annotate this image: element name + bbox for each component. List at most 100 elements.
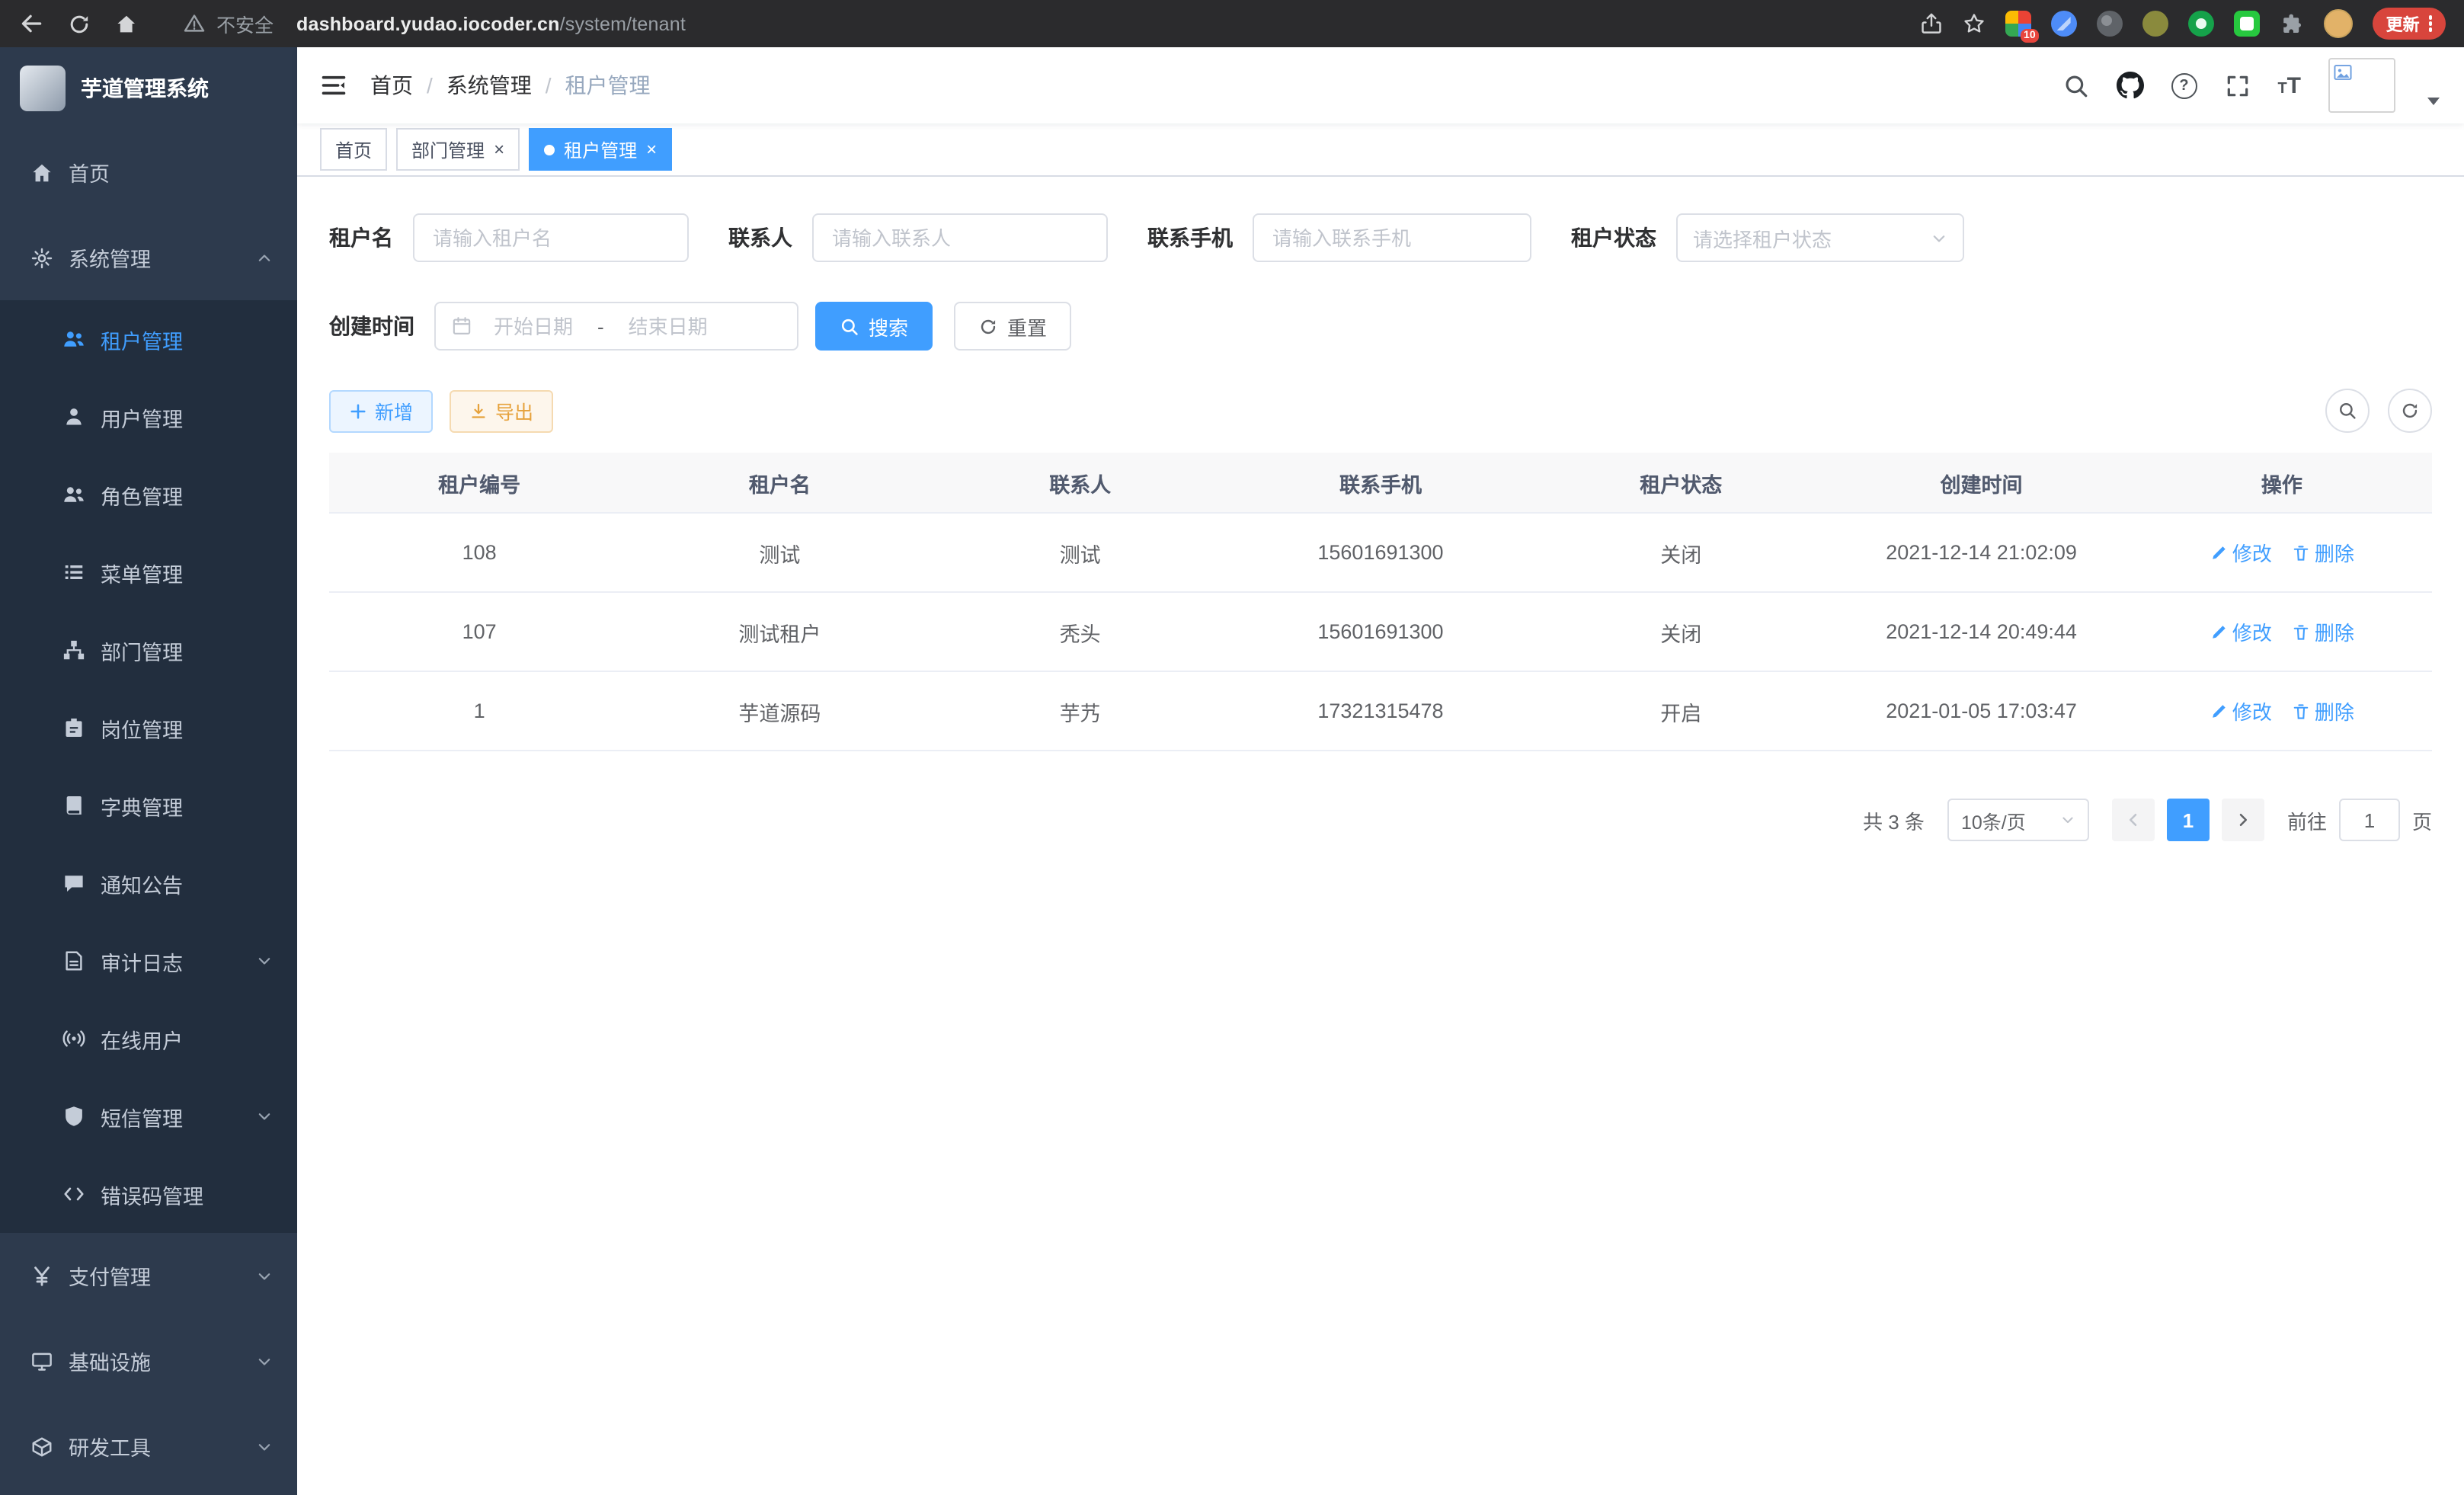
font-size-icon[interactable]: TT xyxy=(2277,74,2301,97)
app-logo[interactable]: 芋道管理系统 xyxy=(0,47,297,130)
extension-icon-dark[interactable] xyxy=(2097,11,2123,37)
sidebar-item-sms-management[interactable]: 短信管理 xyxy=(0,1077,297,1155)
caret-down-icon[interactable] xyxy=(2427,98,2440,105)
date-start-input[interactable] xyxy=(472,313,594,339)
sidebar-item-label: 角色管理 xyxy=(101,479,183,510)
home-icon xyxy=(30,161,53,184)
extension-icon-green-square[interactable] xyxy=(2234,11,2260,37)
sidebar-item-audit-log[interactable]: 审计日志 xyxy=(0,922,297,1000)
add-button-label: 新增 xyxy=(375,396,413,425)
sidebar-item-department-management[interactable]: 部门管理 xyxy=(0,611,297,689)
goto-page-input[interactable] xyxy=(2339,799,2400,841)
share-icon[interactable] xyxy=(1920,12,1943,35)
add-button[interactable]: 新增 xyxy=(329,389,433,432)
cell-operations: 修改删除 xyxy=(2132,671,2432,751)
date-range-picker[interactable]: - xyxy=(434,302,798,351)
sidebar-item-payment-management[interactable]: 支付管理 xyxy=(0,1233,297,1318)
sidebar-item-menu-management[interactable]: 菜单管理 xyxy=(0,533,297,611)
table-header-row: 租户编号 租户名 联系人 联系手机 租户状态 创建时间 操作 xyxy=(329,453,2432,513)
github-icon[interactable] xyxy=(2116,72,2143,99)
sidebar-item-infrastructure[interactable]: 基础设施 xyxy=(0,1318,297,1404)
menu-dots-icon[interactable] xyxy=(2429,16,2432,31)
sidebar-item-error-code-management[interactable]: 错误码管理 xyxy=(0,1155,297,1233)
chevron-left-icon xyxy=(2124,811,2142,829)
page-unit-label: 页 xyxy=(2412,805,2432,834)
delete-link[interactable]: 删除 xyxy=(2292,696,2354,725)
filter-row-2: 创建时间 - 搜索 重置 xyxy=(329,302,2432,351)
extension-icon-grid[interactable]: 10 xyxy=(2005,11,2031,37)
user-icon xyxy=(62,405,85,428)
total-count: 共 3 条 xyxy=(1863,805,1925,834)
column-header: 联系人 xyxy=(930,453,1230,513)
sidebar-item-user-management[interactable]: 用户管理 xyxy=(0,378,297,456)
trash-icon xyxy=(2292,623,2310,641)
next-page-button[interactable] xyxy=(2222,799,2264,841)
extensions-puzzle-icon[interactable] xyxy=(2280,11,2304,36)
sidebar-item-online-users[interactable]: 在线用户 xyxy=(0,1000,297,1077)
error-code-icon xyxy=(62,1183,85,1205)
search-button[interactable]: 搜索 xyxy=(815,302,933,351)
refresh-table-button[interactable] xyxy=(2388,389,2432,433)
edit-link[interactable]: 修改 xyxy=(2210,696,2272,725)
reload-icon[interactable] xyxy=(67,11,91,36)
edit-link[interactable]: 修改 xyxy=(2210,538,2272,567)
address-bar[interactable]: 不安全 dashboard.yudao.iocoder.cn/system/te… xyxy=(183,9,686,38)
page-number-button[interactable]: 1 xyxy=(2167,799,2210,841)
cell-status: 关闭 xyxy=(1531,592,1831,671)
reset-button[interactable]: 重置 xyxy=(954,302,1071,351)
sidebar-toggle-icon[interactable] xyxy=(320,72,347,99)
extension-icon-blue[interactable] xyxy=(2051,11,2077,37)
phone-input[interactable] xyxy=(1253,213,1531,262)
app-title: 芋道管理系统 xyxy=(81,73,209,104)
sidebar-item-tenant-management[interactable]: 租户管理 xyxy=(0,300,297,378)
toggle-search-button[interactable] xyxy=(2325,389,2370,433)
sidebar-item-role-management[interactable]: 角色管理 xyxy=(0,456,297,533)
browser-chrome: 不安全 dashboard.yudao.iocoder.cn/system/te… xyxy=(0,0,2464,47)
sidebar-item-dictionary-management[interactable]: 字典管理 xyxy=(0,767,297,844)
tab-tenant-management[interactable]: 租户管理 × xyxy=(529,128,672,171)
back-icon[interactable] xyxy=(18,11,44,37)
tab-department-management[interactable]: 部门管理 × xyxy=(396,128,520,171)
sidebar-item-system-management[interactable]: 系统管理 xyxy=(0,215,297,300)
avatar[interactable] xyxy=(2328,58,2395,113)
sidebar-item-home[interactable]: 首页 xyxy=(0,130,297,215)
browser-update-button[interactable]: 更新 xyxy=(2373,8,2446,40)
close-icon[interactable]: × xyxy=(646,140,657,158)
tenant-name-input[interactable] xyxy=(413,213,689,262)
help-icon[interactable]: ? xyxy=(2171,72,2197,98)
role-users-icon xyxy=(62,483,85,506)
prev-page-button[interactable] xyxy=(2112,799,2155,841)
breadcrumb-home[interactable]: 首页 xyxy=(370,70,413,101)
edit-link[interactable]: 修改 xyxy=(2210,617,2272,646)
tab-home[interactable]: 首页 xyxy=(320,128,387,171)
bookmark-star-icon[interactable] xyxy=(1963,12,1986,35)
breadcrumb: 首页 / 系统管理 / 租户管理 xyxy=(370,70,651,101)
date-end-input[interactable] xyxy=(607,313,729,339)
sidebar-item-notice-announcement[interactable]: 通知公告 xyxy=(0,844,297,922)
download-icon xyxy=(469,402,488,420)
trash-icon xyxy=(2292,543,2310,562)
chevron-right-icon xyxy=(2234,811,2252,829)
logo-image xyxy=(20,66,66,111)
status-select[interactable]: 请选择租户状态 xyxy=(1676,213,1964,262)
delete-link[interactable]: 删除 xyxy=(2292,538,2354,567)
breadcrumb-system[interactable]: 系统管理 xyxy=(446,70,532,101)
export-button[interactable]: 导出 xyxy=(450,389,553,432)
extension-icon-green-circle[interactable] xyxy=(2188,11,2214,37)
contact-input[interactable] xyxy=(812,213,1108,262)
sidebar-item-dev-tools[interactable]: 研发工具 xyxy=(0,1404,297,1489)
delete-link[interactable]: 删除 xyxy=(2292,617,2354,646)
payment-icon xyxy=(30,1264,53,1287)
system-gear-icon xyxy=(30,246,53,269)
browser-profile-avatar[interactable] xyxy=(2324,9,2353,38)
sidebar-item-post-management[interactable]: 岗位管理 xyxy=(0,689,297,767)
close-icon[interactable]: × xyxy=(494,140,504,158)
fullscreen-icon[interactable] xyxy=(2224,72,2250,98)
sidebar-item-label: 租户管理 xyxy=(101,324,183,354)
sidebar-item-label: 通知公告 xyxy=(101,868,183,898)
search-icon[interactable] xyxy=(2062,72,2088,98)
home-icon[interactable] xyxy=(114,11,139,36)
refresh-icon xyxy=(978,316,998,336)
extension-icon-olive[interactable] xyxy=(2142,11,2168,37)
page-size-select[interactable]: 10条/页 xyxy=(1947,799,2089,841)
